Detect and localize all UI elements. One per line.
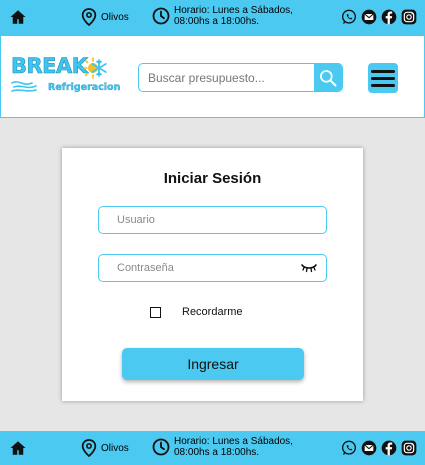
home-icon[interactable]	[9, 8, 27, 26]
remember-label[interactable]: Recordarme	[182, 306, 243, 318]
remember-me: Recordarme	[150, 306, 243, 318]
hours-line-2: 08:00hs a 18:00hs.	[174, 447, 260, 458]
login-card: Iniciar Sesión Recordarme Ingresar	[62, 148, 363, 401]
social-links	[341, 440, 417, 456]
location-text: Olivos	[101, 442, 129, 454]
top-info-bar: Olivos Horario: Lunes a Sábados, 08:00hs…	[0, 0, 425, 35]
hamburger-menu-button[interactable]	[368, 63, 398, 93]
sun-snowflake-icon	[83, 57, 107, 79]
bottom-info-bar: Olivos Horario: Lunes a Sábados, 08:00hs…	[0, 431, 425, 465]
instagram-icon[interactable]	[401, 440, 417, 456]
instagram-icon[interactable]	[401, 9, 417, 25]
search-input[interactable]	[139, 64, 316, 91]
hours-line-1: Horario: Lunes a Sábados,	[174, 436, 293, 447]
hours-line-2: 08:00hs a 18:00hs.	[174, 16, 260, 27]
email-icon[interactable]	[361, 440, 377, 456]
wind-swoosh-icon	[11, 81, 37, 92]
facebook-icon[interactable]	[381, 9, 397, 25]
site-header: BREAK Refrigeracion	[0, 35, 425, 118]
password-input[interactable]	[99, 255, 289, 281]
menu-line	[371, 76, 395, 80]
remember-checkbox[interactable]	[150, 306, 161, 318]
brand-logo[interactable]: BREAK Refrigeracion	[11, 54, 121, 98]
facebook-icon[interactable]	[381, 440, 397, 456]
hours-info: Horario: Lunes a Sábados, 08:00hs a 18:0…	[152, 5, 299, 27]
login-title: Iniciar Sesión	[163, 170, 262, 187]
hours-info: Horario: Lunes a Sábados, 08:00hs a 18:0…	[152, 436, 299, 458]
password-field	[98, 254, 327, 282]
closed-eye-icon[interactable]	[301, 263, 317, 273]
clock-icon	[152, 438, 170, 456]
location-pin-icon	[81, 8, 97, 26]
menu-line	[371, 69, 395, 73]
login-submit-button[interactable]: Ingresar	[122, 348, 304, 380]
search-button[interactable]	[314, 64, 342, 91]
home-icon[interactable]	[9, 439, 27, 457]
whatsapp-icon[interactable]	[341, 9, 357, 25]
clock-icon	[152, 7, 170, 25]
email-icon[interactable]	[361, 9, 377, 25]
logo-text-refrigeracion: Refrigeracion	[48, 82, 121, 93]
social-links	[341, 9, 417, 25]
location-pin-icon	[81, 439, 97, 457]
logo-text-break: BREAK	[11, 54, 89, 79]
username-field	[98, 206, 327, 234]
search-bar	[138, 63, 343, 92]
search-icon	[320, 69, 337, 86]
whatsapp-icon[interactable]	[341, 440, 357, 456]
location-info: Olivos	[81, 8, 129, 26]
username-input[interactable]	[99, 207, 289, 233]
menu-line	[371, 83, 395, 87]
location-text: Olivos	[101, 11, 129, 23]
hours-line-1: Horario: Lunes a Sábados,	[174, 5, 293, 16]
location-info: Olivos	[81, 439, 129, 457]
